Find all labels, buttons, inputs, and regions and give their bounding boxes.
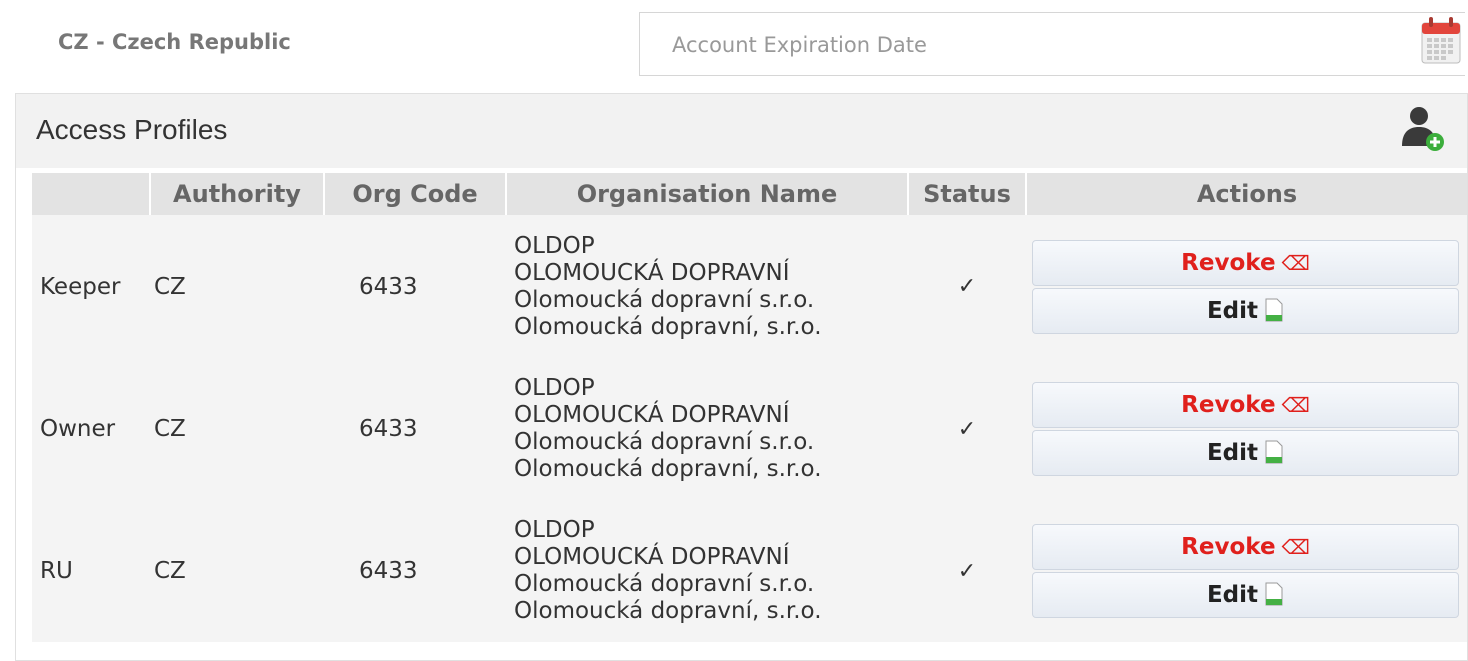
revoke-label: Revoke	[1181, 392, 1276, 418]
org-name-line: Olomoucká dopravní, s.r.o.	[514, 598, 822, 624]
column-header-status: Status	[908, 173, 1027, 215]
document-icon	[1265, 298, 1283, 321]
org-name-line: OLDOP	[514, 375, 595, 401]
account-expiration-date-input[interactable]: Account Expiration Date	[639, 12, 1465, 76]
org-code-cell: 6433	[359, 416, 418, 442]
table-row: Keeper CZ 6433 OLDOP OLOMOUCKÁ DOPRAVNÍ …	[32, 215, 1467, 358]
org-code-cell: 6433	[359, 273, 418, 300]
revoke-button[interactable]: Revoke ⌫	[1032, 382, 1459, 428]
role-cell: Keeper	[40, 273, 121, 300]
role-cell: Owner	[40, 416, 116, 442]
actions-cell: Revoke ⌫ Edit	[1026, 358, 1467, 500]
table-header-row: Authority Org Code Organisation Name Sta…	[32, 173, 1467, 215]
table-row: Owner CZ 6433 OLDOP OLOMOUCKÁ DOPRAVNÍ O…	[32, 358, 1467, 500]
revoke-button[interactable]: Revoke ⌫	[1032, 239, 1459, 286]
actions-cell: Revoke ⌫ Edit	[1026, 500, 1467, 642]
panel-title: Access Profiles	[36, 114, 228, 145]
edit-button[interactable]: Edit	[1032, 572, 1459, 618]
organisation-name-cell: OLDOP OLOMOUCKÁ DOPRAVNÍ Olomoucká dopra…	[506, 500, 908, 642]
column-header-role	[32, 173, 151, 215]
authority-cell: CZ	[154, 273, 186, 300]
column-header-organisation-name: Organisation Name	[506, 173, 909, 215]
org-name-line: Olomoucká dopravní s.r.o.	[514, 286, 815, 313]
status-check-icon: ✓	[957, 416, 977, 442]
actions-cell: Revoke ⌫ Edit	[1026, 215, 1467, 358]
org-name-line: OLOMOUCKÁ DOPRAVNÍ	[514, 544, 790, 570]
calendar-icon[interactable]	[1420, 13, 1462, 65]
erase-icon: ⌫	[1281, 535, 1310, 559]
org-name-line: Olomoucká dopravní, s.r.o.	[514, 313, 822, 340]
org-name-line: OLDOP	[514, 232, 595, 259]
org-name-line: Olomoucká dopravní s.r.o.	[514, 429, 815, 455]
add-user-icon[interactable]	[1397, 102, 1449, 154]
edit-button[interactable]: Edit	[1032, 430, 1459, 476]
org-name-line: OLDOP	[514, 517, 595, 543]
status-check-icon: ✓	[957, 274, 977, 299]
edit-label: Edit	[1206, 297, 1259, 324]
org-name-line: Olomoucká dopravní, s.r.o.	[514, 456, 822, 482]
panel-header: Access Profiles	[16, 94, 1467, 168]
org-name-line: Olomoucká dopravní s.r.o.	[514, 571, 815, 597]
access-profiles-panel: Access Profiles Authority Org Code Organ…	[15, 93, 1468, 661]
org-name-line: OLOMOUCKÁ DOPRAVNÍ	[514, 402, 790, 428]
edit-label: Edit	[1206, 582, 1259, 608]
document-icon	[1265, 582, 1283, 606]
edit-label: Edit	[1206, 440, 1259, 466]
country-label: CZ - Czech Republic	[58, 30, 291, 54]
authority-cell: CZ	[154, 558, 186, 584]
edit-button[interactable]: Edit	[1032, 287, 1459, 334]
org-code-cell: 6433	[359, 558, 418, 584]
column-header-authority: Authority	[150, 173, 325, 215]
status-check-icon: ✓	[957, 558, 977, 584]
table-row: RU CZ 6433 OLDOP OLOMOUCKÁ DOPRAVNÍ Olom…	[32, 500, 1467, 642]
expiration-date-placeholder: Account Expiration Date	[672, 33, 927, 57]
column-header-actions: Actions	[1026, 173, 1467, 215]
organisation-name-cell: OLDOP OLOMOUCKÁ DOPRAVNÍ Olomoucká dopra…	[506, 215, 908, 358]
authority-cell: CZ	[154, 416, 186, 442]
revoke-label: Revoke	[1181, 534, 1276, 560]
access-profiles-table: Authority Org Code Organisation Name Sta…	[32, 173, 1467, 642]
revoke-label: Revoke	[1181, 249, 1276, 276]
org-name-line: OLOMOUCKÁ DOPRAVNÍ	[514, 259, 790, 286]
erase-icon: ⌫	[1281, 393, 1310, 417]
role-cell: RU	[40, 558, 73, 584]
erase-icon: ⌫	[1281, 250, 1310, 275]
column-header-org-code: Org Code	[324, 173, 507, 215]
document-icon	[1265, 440, 1283, 464]
organisation-name-cell: OLDOP OLOMOUCKÁ DOPRAVNÍ Olomoucká dopra…	[506, 358, 908, 500]
revoke-button[interactable]: Revoke ⌫	[1032, 524, 1459, 570]
